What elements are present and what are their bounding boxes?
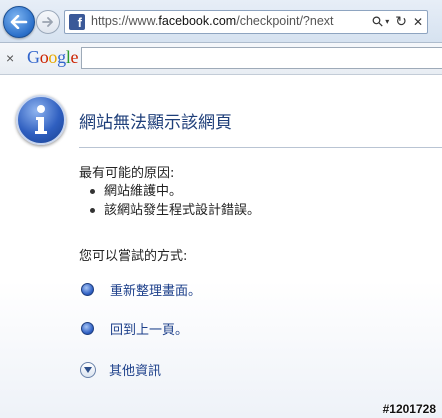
forward-arrow-icon	[42, 17, 53, 27]
google-logo: Google	[27, 47, 79, 67]
back-button[interactable]	[3, 6, 35, 38]
watermark: #1201728	[382, 402, 436, 416]
list-item: 該網站發生程式設計錯誤。	[89, 203, 261, 218]
address-url[interactable]: https://www.facebook.com/checkpoint/?nex…	[91, 14, 334, 28]
facebook-favicon-icon: f	[69, 14, 85, 30]
try-label: 您可以嘗試的方式:	[79, 249, 188, 264]
chevron-down-icon[interactable]	[80, 361, 96, 378]
back-arrow-icon	[10, 15, 28, 29]
browser-toolbar: f https://www.facebook.com/checkpoint/?n…	[0, 0, 442, 43]
google-search-input[interactable]	[81, 47, 442, 69]
refresh-icon[interactable]: ↻	[395, 14, 407, 30]
causes-label: 最有可能的原因:	[79, 166, 175, 181]
page-title: 網站無法顯示該網頁	[79, 113, 232, 133]
info-icon	[16, 95, 66, 145]
refresh-page-link[interactable]: 重新整理畫面。	[110, 280, 201, 299]
divider	[79, 147, 442, 148]
go-back-link[interactable]: 回到上一頁。	[110, 319, 188, 338]
bullet-icon	[81, 283, 94, 296]
more-info-link[interactable]: 其他資訊	[109, 360, 161, 379]
address-bar[interactable]: f https://www.facebook.com/checkpoint/?n…	[64, 10, 428, 34]
go-back-action[interactable]: 回到上一頁。	[81, 319, 188, 338]
refresh-page-action[interactable]: 重新整理畫面。	[81, 280, 201, 299]
more-info-toggle[interactable]: 其他資訊	[80, 360, 161, 379]
forward-button[interactable]	[36, 10, 60, 34]
close-toolbar-icon[interactable]: ×	[6, 50, 14, 66]
google-toolbar: × Google	[0, 43, 442, 75]
error-page: 網站無法顯示該網頁 最有可能的原因: 網站維護中。 該網站發生程式設計錯誤。 您…	[0, 75, 442, 418]
causes-list: 網站維護中。 該網站發生程式設計錯誤。	[89, 182, 261, 220]
list-item: 網站維護中。	[89, 182, 260, 201]
bullet-icon	[81, 322, 94, 335]
info-letter-i-icon	[35, 105, 47, 134]
stop-icon[interactable]: ✕	[413, 14, 423, 30]
